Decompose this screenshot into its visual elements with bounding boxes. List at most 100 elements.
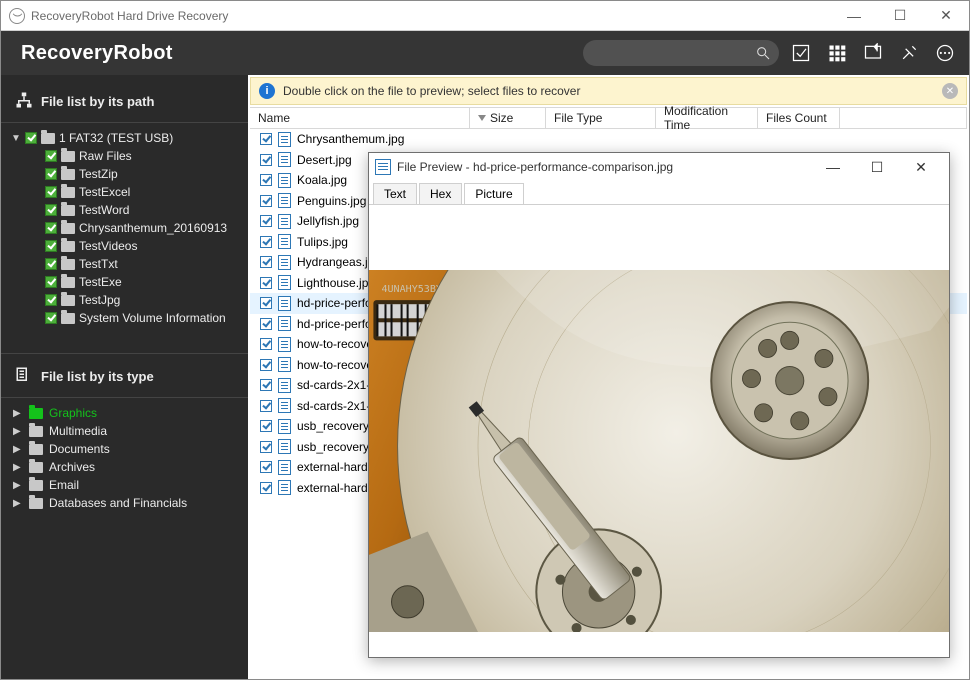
file-icon xyxy=(278,296,291,311)
type-item[interactable]: ▶Archives xyxy=(7,458,248,476)
preview-maximize-button[interactable]: ☐ xyxy=(855,159,899,176)
type-section-header: File list by its type xyxy=(1,353,248,398)
checkbox[interactable] xyxy=(45,276,57,288)
col-size[interactable]: Size xyxy=(470,108,546,128)
preview-minimize-button[interactable]: — xyxy=(811,159,855,175)
type-item[interactable]: ▶ Databases and Financials xyxy=(7,494,248,512)
checkbox[interactable] xyxy=(260,441,272,453)
info-close-button[interactable]: ✕ xyxy=(942,83,958,99)
checkbox[interactable] xyxy=(45,312,57,324)
folder-icon xyxy=(29,408,43,419)
folder-tree: ▼ 1 FAT32 (TEST USB) Raw FilesTestZipTes… xyxy=(1,123,248,333)
file-name: Desert.jpg xyxy=(297,153,352,167)
col-filescount[interactable]: Files Count xyxy=(758,108,840,128)
col-filetype[interactable]: File Type xyxy=(546,108,656,128)
col-mtime[interactable]: Modification Time xyxy=(656,108,758,128)
checkbox[interactable] xyxy=(45,294,57,306)
type-label: Databases and Financials xyxy=(49,496,187,510)
type-item[interactable]: ▶ Documents xyxy=(7,440,248,458)
tree-folder[interactable]: TestExcel xyxy=(5,183,248,201)
caret-right-icon[interactable]: ▶ xyxy=(13,462,23,473)
type-label: Documents xyxy=(49,442,110,456)
checkbox[interactable] xyxy=(260,195,272,207)
file-icon xyxy=(278,378,291,393)
tree-folder[interactable]: TestZip xyxy=(5,165,248,183)
file-name: Koala.jpg xyxy=(297,173,347,187)
preview-window[interactable]: File Preview - hd-price-performance-comp… xyxy=(368,152,950,658)
checkbox[interactable] xyxy=(260,215,272,227)
caret-right-icon[interactable]: ▶ xyxy=(13,444,23,455)
checkbox[interactable] xyxy=(260,154,272,166)
checkbox[interactable] xyxy=(260,420,272,432)
preview-tab[interactable]: Text xyxy=(373,183,417,204)
tree-folder[interactable]: TestWord xyxy=(5,201,248,219)
grid-view-button[interactable] xyxy=(823,39,851,67)
checkbox[interactable] xyxy=(45,222,57,234)
mark-button[interactable] xyxy=(859,39,887,67)
preview-tab[interactable]: Hex xyxy=(419,183,462,204)
type-label: Email xyxy=(49,478,79,492)
os-titlebar[interactable]: RecoveryRobot Hard Drive Recovery — ☐ ✕ xyxy=(1,1,969,31)
type-item[interactable]: ▶ Email xyxy=(7,476,248,494)
caret-down-icon[interactable]: ▼ xyxy=(11,133,21,144)
file-icon xyxy=(278,255,291,270)
deep-scan-button[interactable] xyxy=(895,39,923,67)
folder-icon xyxy=(61,313,75,324)
tree-folder[interactable]: System Volume Information xyxy=(5,309,248,327)
tree-root[interactable]: ▼ 1 FAT32 (TEST USB) xyxy=(5,129,248,147)
checkbox[interactable] xyxy=(260,236,272,248)
caret-right-icon[interactable]: ▶ xyxy=(13,408,23,419)
folder-icon xyxy=(61,241,75,252)
tree-folder[interactable]: Raw Files xyxy=(5,147,248,165)
checkbox[interactable] xyxy=(45,258,57,270)
col-name[interactable]: Name xyxy=(250,108,470,128)
tree-folder[interactable]: TestJpg xyxy=(5,291,248,309)
checkbox[interactable] xyxy=(260,318,272,330)
checkbox[interactable] xyxy=(260,400,272,412)
file-icon xyxy=(278,193,291,208)
maximize-button[interactable]: ☐ xyxy=(877,1,923,31)
type-item[interactable]: ▶Multimedia xyxy=(7,422,248,440)
folder-icon xyxy=(29,426,43,437)
checkbox[interactable] xyxy=(260,379,272,391)
select-all-button[interactable] xyxy=(787,39,815,67)
preview-titlebar[interactable]: File Preview - hd-price-performance-comp… xyxy=(369,153,949,181)
file-row[interactable]: Chrysanthemum.jpg xyxy=(250,129,967,150)
caret-right-icon[interactable]: ▶ xyxy=(13,426,23,437)
checkbox[interactable] xyxy=(45,150,57,162)
folder-icon xyxy=(61,205,75,216)
checkbox[interactable] xyxy=(45,240,57,252)
sort-desc-icon xyxy=(478,115,486,121)
checkbox[interactable] xyxy=(260,482,272,494)
checkbox[interactable] xyxy=(260,338,272,350)
tree-folder[interactable]: Chrysanthemum_20160913 xyxy=(5,219,248,237)
type-item[interactable]: ▶ Graphics xyxy=(7,404,248,422)
checkbox[interactable] xyxy=(45,168,57,180)
checkbox[interactable] xyxy=(25,132,37,144)
caret-right-icon[interactable]: ▶ xyxy=(13,480,23,491)
file-icon xyxy=(278,439,291,454)
checkbox[interactable] xyxy=(260,256,272,268)
caret-right-icon[interactable]: ▶ xyxy=(13,498,23,509)
checkbox[interactable] xyxy=(260,133,272,145)
checkbox[interactable] xyxy=(260,277,272,289)
type-label: Graphics xyxy=(49,406,97,420)
checkbox[interactable] xyxy=(260,461,272,473)
tree-folder[interactable]: TestVideos xyxy=(5,237,248,255)
preview-tab[interactable]: Picture xyxy=(464,183,523,204)
tree-folder[interactable]: TestExe xyxy=(5,273,248,291)
type-list: ▶Graphics▶Multimedia▶Documents▶Archives▶… xyxy=(1,398,248,518)
close-button[interactable]: ✕ xyxy=(923,1,969,31)
more-button[interactable] xyxy=(931,39,959,67)
preview-close-button[interactable]: ✕ xyxy=(899,159,943,176)
tree-folder[interactable]: TestTxt xyxy=(5,255,248,273)
checkbox[interactable] xyxy=(260,174,272,186)
checkbox[interactable] xyxy=(45,204,57,216)
checkbox[interactable] xyxy=(45,186,57,198)
file-name: Tulips.jpg xyxy=(297,235,348,249)
file-icon xyxy=(278,152,291,167)
checkbox[interactable] xyxy=(260,359,272,371)
checkbox[interactable] xyxy=(260,297,272,309)
search-input[interactable] xyxy=(583,40,779,66)
minimize-button[interactable]: — xyxy=(831,1,877,31)
